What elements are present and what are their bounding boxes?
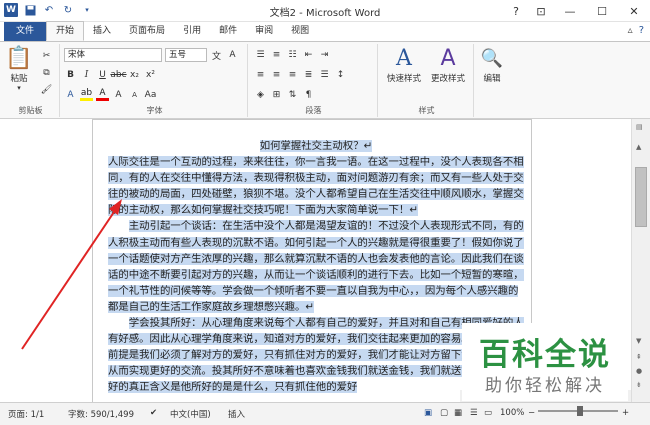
full-screen-reading-icon[interactable]: ▢ bbox=[440, 408, 448, 418]
watermark-title: 百科全说 bbox=[479, 337, 611, 373]
vertical-scrollbar[interactable]: ▤ ▲ ▼ ⇞ ● ⇟ bbox=[631, 119, 650, 402]
scroll-down-icon[interactable]: ▼ bbox=[636, 337, 641, 345]
watermark-logo: 百科全说 助你轻松解决 bbox=[462, 323, 628, 401]
prev-page-icon[interactable]: ⇞ bbox=[636, 353, 642, 361]
watermark-subtitle: 助你轻松解决 bbox=[485, 376, 605, 396]
proofing-icon[interactable]: ✔ bbox=[150, 408, 157, 418]
zoom-out-icon[interactable]: − bbox=[528, 408, 535, 418]
ruler-toggle-icon[interactable]: ▤ bbox=[636, 123, 643, 131]
web-layout-icon[interactable]: ▦ bbox=[454, 408, 462, 418]
language[interactable]: 中文(中国) bbox=[170, 408, 211, 420]
scroll-thumb[interactable] bbox=[635, 167, 647, 227]
print-layout-icon[interactable]: ▣ bbox=[424, 408, 432, 418]
page-count[interactable]: 页面: 1/1 bbox=[8, 408, 44, 420]
status-bar: 页面: 1/1 字数: 590/1,499 ✔ 中文(中国) 插入 ▣ ▢ ▦ … bbox=[0, 402, 650, 425]
zoom-level[interactable]: 100% bbox=[500, 408, 524, 418]
insert-mode[interactable]: 插入 bbox=[228, 408, 245, 420]
next-page-icon[interactable]: ⇟ bbox=[636, 381, 642, 389]
scroll-up-icon[interactable]: ▲ bbox=[636, 143, 641, 151]
zoom-in-icon[interactable]: + bbox=[622, 408, 629, 418]
browse-object-icon[interactable]: ● bbox=[636, 367, 642, 375]
outline-icon[interactable]: ☰ bbox=[470, 408, 478, 418]
word-count[interactable]: 字数: 590/1,499 bbox=[68, 408, 134, 420]
draft-icon[interactable]: ▭ bbox=[484, 408, 492, 418]
zoom-slider-knob[interactable] bbox=[577, 406, 583, 416]
